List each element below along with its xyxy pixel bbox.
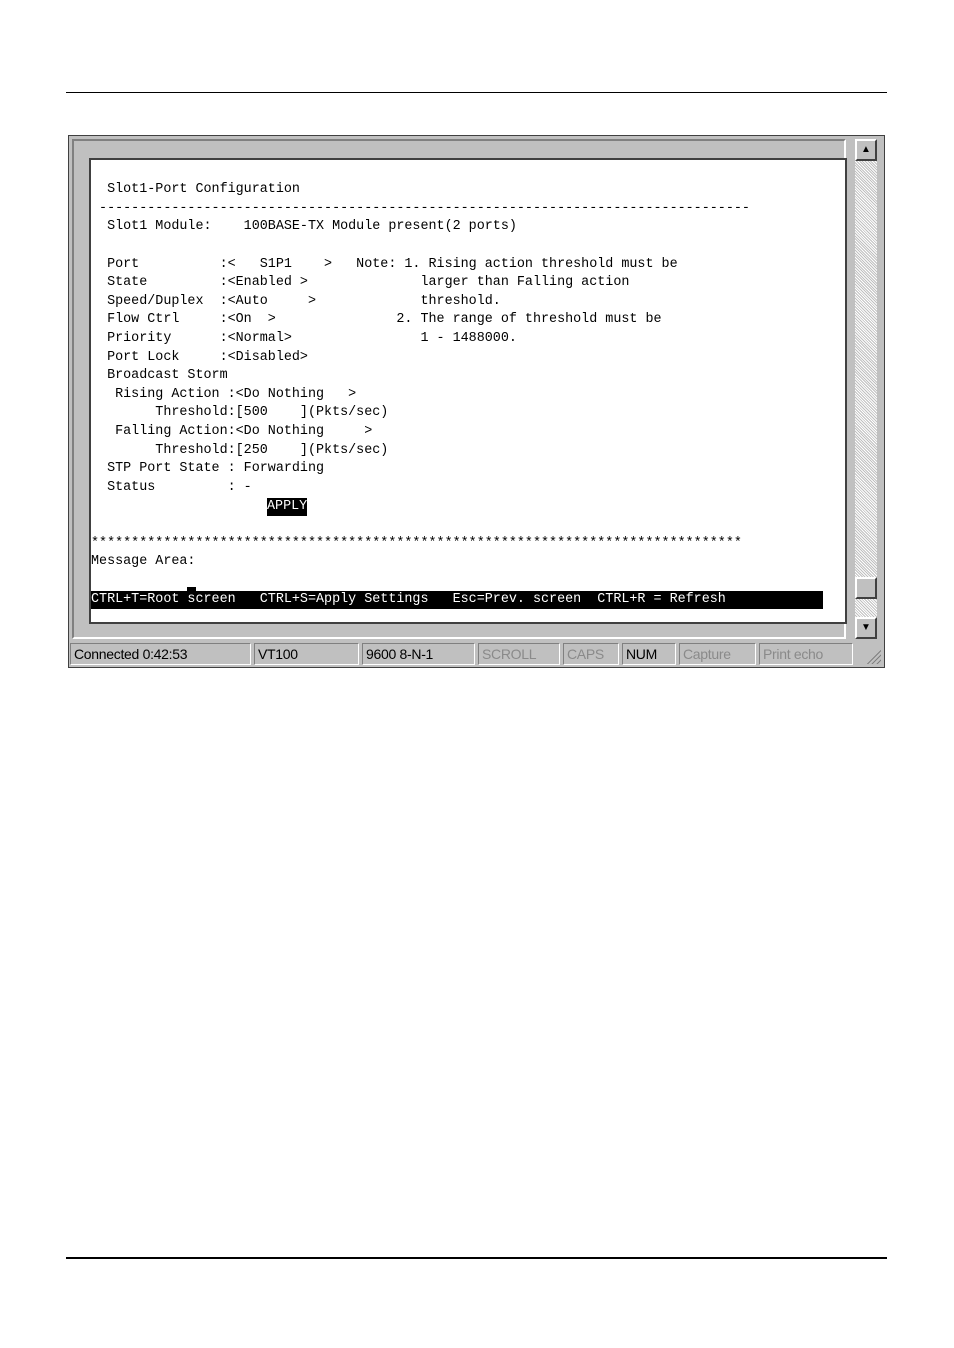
scroll-indicator: SCROLL — [478, 643, 560, 665]
dash-divider: ----------------------------------------… — [91, 201, 750, 216]
field-rising-threshold[interactable]: Threshold:[500 ](Pkts/sec) — [91, 404, 388, 422]
field-speed-duplex[interactable]: Speed/Duplex :<Auto > threshold. — [91, 293, 501, 311]
page-footer-rule — [66, 1257, 887, 1259]
star-divider: ****************************************… — [91, 536, 742, 551]
page-header-rule — [66, 92, 887, 93]
terminal-window: Slot1-Port Configuration ---------------… — [68, 135, 885, 668]
terminal-frame: Slot1-Port Configuration ---------------… — [72, 139, 847, 639]
print-echo-indicator: Print echo — [759, 643, 853, 665]
help-bar: CTRL+T=Root screen CTRL+S=Apply Settings… — [91, 591, 823, 609]
num-indicator: NUM — [622, 643, 676, 665]
status-line: Status : - — [91, 480, 252, 495]
field-flow-ctrl[interactable]: Flow Ctrl :<On > 2. The range of thresho… — [91, 311, 661, 329]
module-info: Slot1 Module: 100BASE-TX Module present(… — [91, 219, 517, 234]
field-port[interactable]: Port :< S1P1 > Note: 1. Rising action th… — [91, 256, 678, 274]
field-rising-action[interactable]: Rising Action :<Do Nothing > — [91, 386, 356, 404]
field-state[interactable]: State :<Enabled > larger than Falling ac… — [91, 274, 629, 292]
stp-port-state: STP Port State : Forwarding — [91, 461, 325, 476]
resize-grip-icon[interactable] — [865, 648, 881, 664]
broadcast-storm-label: Broadcast Storm — [91, 368, 228, 383]
screen-title: Slot1-Port Configuration — [91, 182, 300, 197]
scroll-up-arrow-icon[interactable]: ▲ — [855, 139, 877, 161]
field-port-lock[interactable]: Port Lock :<Disabled> — [91, 349, 308, 367]
emulation-type: VT100 — [254, 643, 359, 665]
scroll-thumb[interactable] — [855, 577, 877, 599]
field-falling-action[interactable]: Falling Action:<Do Nothing > — [91, 423, 372, 441]
connected-time: Connected 0:42:53 — [70, 643, 251, 665]
capture-indicator: Capture — [679, 643, 756, 665]
field-priority[interactable]: Priority :<Normal> 1 - 1488000. — [91, 330, 517, 348]
terminal-screen[interactable]: Slot1-Port Configuration ---------------… — [89, 158, 847, 624]
status-bar: Connected 0:42:53 VT100 9600 8-N-1 SCROL… — [69, 642, 884, 666]
port-settings: 9600 8-N-1 — [362, 643, 475, 665]
vertical-scrollbar[interactable]: ▲ ▼ — [855, 139, 877, 639]
message-area-label: Message Area: — [91, 554, 196, 569]
field-falling-threshold[interactable]: Threshold:[250 ](Pkts/sec) — [91, 442, 388, 460]
scroll-down-arrow-icon[interactable]: ▼ — [855, 617, 877, 639]
caps-indicator: CAPS — [563, 643, 619, 665]
apply-button[interactable]: APPLY — [267, 498, 308, 516]
scroll-track[interactable] — [855, 161, 877, 617]
